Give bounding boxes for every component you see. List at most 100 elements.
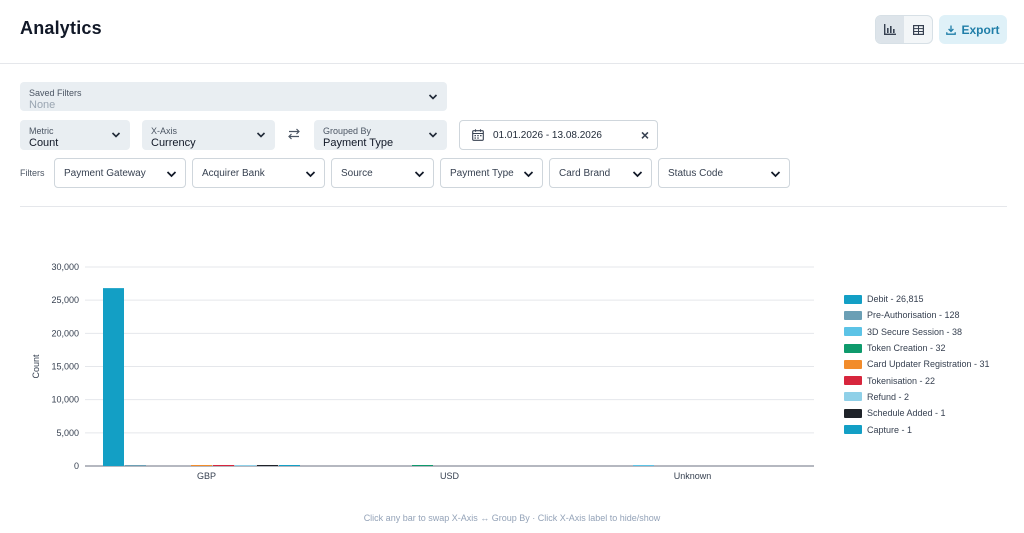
legend-swatch [844, 425, 862, 435]
x-tick-label: USD [440, 471, 460, 481]
chevron-down-icon [428, 132, 438, 138]
chevron-down-icon [770, 171, 781, 178]
legend-label: Schedule Added - 1 [867, 408, 946, 419]
chevron-down-icon [111, 132, 121, 138]
download-icon [946, 25, 957, 35]
chevron-down-icon [305, 171, 316, 178]
y-tick-label: 30,000 [51, 262, 79, 272]
legend-item[interactable]: Card Updater Registration - 31 [844, 356, 990, 372]
legend-item[interactable]: Schedule Added - 1 [844, 405, 990, 421]
filter-label: Source [341, 168, 373, 179]
legend-swatch [844, 359, 862, 369]
legend-item[interactable]: Token Creation - 32 [844, 340, 990, 356]
page-title: Analytics [20, 18, 102, 38]
page-header: Analytics Export [0, 0, 1024, 64]
x-axis-label: X-Axis [151, 126, 178, 136]
legend-swatch [844, 376, 862, 386]
chart-bar [213, 465, 234, 466]
chevron-down-icon [632, 171, 643, 178]
filter-payment-gateway[interactable]: Payment Gateway [54, 158, 186, 188]
chevron-down-icon [256, 132, 266, 138]
metric-select[interactable]: Metric Count [20, 120, 130, 150]
filter-label: Payment Type [450, 168, 514, 179]
calendar-icon [472, 129, 484, 141]
legend-item[interactable]: Tokenisation - 22 [844, 372, 990, 388]
export-button[interactable]: Export [939, 15, 1007, 44]
filter-label: Acquirer Bank [202, 168, 265, 179]
x-tick-label: GBP [197, 471, 216, 481]
y-tick-label: 5,000 [56, 428, 79, 438]
chart-bar [103, 288, 124, 466]
filter-acquirer-bank[interactable]: Acquirer Bank [192, 158, 325, 188]
chart-bar [235, 465, 256, 466]
saved-filters-label: Saved Filters [29, 88, 82, 98]
saved-filters-value: None [29, 99, 56, 111]
legend-label: Debit - 26,815 [867, 294, 924, 305]
y-tick-label: 10,000 [51, 395, 79, 405]
legend-item[interactable]: Capture - 1 [844, 421, 990, 437]
y-tick-label: 25,000 [51, 295, 79, 305]
x-tick-label: Unknown [674, 471, 712, 481]
metric-label: Metric [29, 126, 54, 136]
legend-swatch [844, 392, 862, 402]
legend-label: Pre-Authorisation - 128 [867, 310, 960, 321]
filter-status-code[interactable]: Status Code [658, 158, 790, 188]
section-divider [20, 206, 1007, 207]
export-label: Export [961, 22, 1000, 37]
grouped-by-label: Grouped By [323, 126, 372, 136]
filter-label: Card Brand [559, 168, 611, 179]
chart-bar [191, 465, 212, 466]
view-toggle [875, 15, 933, 44]
chart-bar [633, 465, 654, 466]
metric-value: Count [29, 137, 59, 149]
saved-filters-select[interactable]: Saved Filters None [20, 82, 447, 111]
date-range-picker[interactable]: 01.01.2026 - 13.08.2026 × [459, 120, 658, 150]
filter-payment-type[interactable]: Payment Type [440, 158, 543, 188]
legend-label: Refund - 2 [867, 391, 910, 402]
y-axis-label: Count [31, 354, 41, 379]
x-axis-value: Currency [151, 137, 196, 149]
chart-view-button[interactable] [876, 16, 904, 43]
filter-label: Status Code [668, 168, 724, 179]
chart-bar [279, 465, 300, 466]
filter-label: Payment Gateway [64, 168, 146, 179]
swap-arrows-icon[interactable] [286, 128, 302, 140]
bar-chart: 0 5,000 10,000 15,000 20,000 25,000 30,000 Coun… [31, 262, 814, 481]
chart-bar [125, 465, 146, 466]
chart-hint: Click any bar to swap X-Axis ↔ Group By … [363, 513, 661, 523]
chevron-down-icon [523, 171, 534, 178]
filter-source[interactable]: Source [331, 158, 434, 188]
clear-date-icon[interactable]: × [641, 127, 649, 143]
legend-swatch [844, 343, 862, 353]
table-icon [912, 24, 924, 35]
chevron-down-icon [414, 171, 425, 178]
y-tick-label: 0 [74, 461, 79, 471]
legend-swatch [844, 408, 862, 418]
legend-label: Token Creation - 32 [867, 343, 946, 354]
table-view-button[interactable] [904, 16, 932, 43]
legend-label: 3D Secure Session - 38 [867, 326, 963, 337]
chevron-down-icon [428, 93, 438, 100]
legend-item[interactable]: Pre-Authorisation - 128 [844, 307, 990, 323]
filter-card-brand[interactable]: Card Brand [549, 158, 652, 188]
y-tick-label: 20,000 [51, 328, 79, 338]
chevron-down-icon [166, 171, 177, 178]
legend-swatch [844, 310, 862, 320]
chart-bar [257, 465, 278, 466]
grouped-by-value: Payment Type [323, 137, 394, 149]
chart-legend: Debit - 26,815 Pre-Authorisation - 128 3D … [844, 291, 990, 438]
chart-bar [412, 465, 433, 466]
legend-label: Card Updater Registration - 31 [867, 359, 990, 370]
legend-item[interactable]: Debit - 26,815 [844, 291, 990, 307]
x-axis-select[interactable]: X-Axis Currency [142, 120, 275, 150]
bar-chart-icon [884, 24, 896, 35]
date-range-value: 01.01.2026 - 13.08.2026 [493, 130, 602, 141]
legend-item[interactable]: Refund - 2 [844, 389, 990, 405]
y-tick-label: 15,000 [51, 362, 79, 372]
legend-label: Tokenisation - 22 [867, 375, 936, 386]
grouped-by-select[interactable]: Grouped By Payment Type [314, 120, 447, 150]
legend-label: Capture - 1 [867, 424, 913, 435]
legend-item[interactable]: 3D Secure Session - 38 [844, 324, 990, 340]
legend-swatch [844, 327, 862, 337]
legend-swatch [844, 294, 862, 304]
